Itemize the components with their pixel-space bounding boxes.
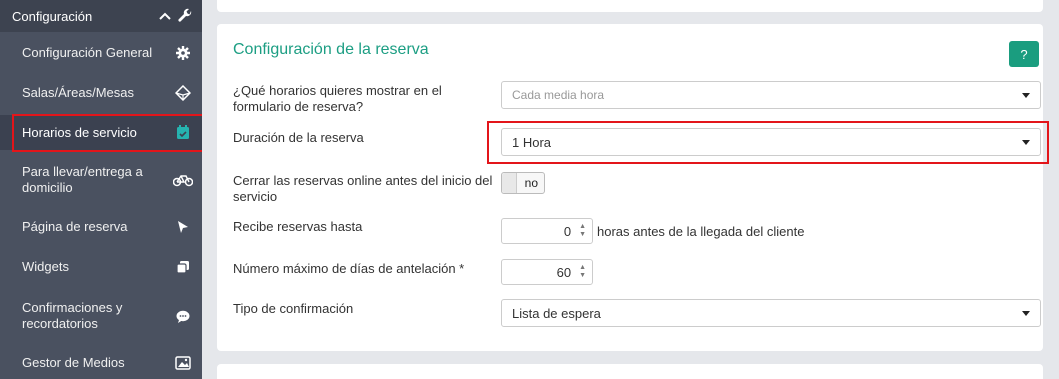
copy-icon xyxy=(173,260,193,274)
label-tipo: Tipo de confirmación xyxy=(233,301,354,316)
image-icon xyxy=(173,356,193,370)
sidebar-header[interactable]: Configuración xyxy=(0,0,205,32)
chevron-up-icon[interactable] xyxy=(159,11,171,21)
horarios-select[interactable]: Cada media hora xyxy=(501,81,1041,109)
gear-icon xyxy=(173,46,193,60)
label-horarios: ¿Qué horarios quieres mostrar en el form… xyxy=(233,83,442,114)
label-maxdias: Número máximo de días de antelación * xyxy=(233,261,465,276)
sidebar-item-pagina-reserva[interactable]: Página de reserva xyxy=(0,210,205,244)
cerrar-toggle-value: no xyxy=(524,176,538,190)
help-button[interactable]: ? xyxy=(1009,41,1039,67)
next-panel xyxy=(217,364,1043,379)
horarios-select-placeholder: Cada media hora xyxy=(512,88,605,102)
sidebar-item-confirmaciones[interactable]: Confirmaciones y recordatorios xyxy=(0,296,205,336)
sidebar-item-para-llevar[interactable]: Para llevar/entrega a domicilio xyxy=(0,160,205,200)
bicycle-icon xyxy=(173,173,193,187)
sidebar-scrollbar-track[interactable] xyxy=(202,0,214,379)
caret-down-icon xyxy=(1022,92,1030,98)
sidebar-item-label: Widgets xyxy=(22,259,69,274)
maxdias-stepper-value: 60 xyxy=(556,264,572,280)
label-cerrar: Cerrar las reservas online antes del ini… xyxy=(233,173,493,204)
highlight-box-duracion xyxy=(487,121,1049,164)
sidebar-item-label: Configuración General xyxy=(22,45,153,60)
reservation-settings-panel: Configuración de la reserva ? ¿Qué horar… xyxy=(217,24,1049,351)
cube-icon xyxy=(173,85,193,101)
caret-down-icon xyxy=(1022,310,1030,316)
sidebar-item-widgets[interactable]: Widgets xyxy=(0,250,205,284)
sidebar-item-gestor-medios[interactable]: Gestor de Medios xyxy=(0,346,205,379)
tipo-select-value: Lista de espera xyxy=(512,305,601,321)
previous-panel xyxy=(217,0,1043,12)
sidebar-item-salas[interactable]: Salas/Áreas/Mesas xyxy=(0,76,205,110)
label-duracion: Duración de la reserva xyxy=(233,130,364,145)
sidebar-item-label: Gestor de Medios xyxy=(22,355,125,370)
sidebar-item-label: Salas/Áreas/Mesas xyxy=(22,85,134,100)
maxdias-stepper[interactable]: 60 ▲ ▼ xyxy=(501,259,593,285)
wrench-icon[interactable] xyxy=(177,8,193,24)
label-hasta: Recibe reservas hasta xyxy=(233,219,363,234)
panel-title: Configuración de la reserva xyxy=(233,41,429,58)
sidebar-item-configuracion-general[interactable]: Configuración General xyxy=(0,36,205,70)
highlight-box-horarios xyxy=(12,114,205,152)
hasta-stepper-value: 0 xyxy=(563,223,572,239)
tipo-select[interactable]: Lista de espera xyxy=(501,299,1041,327)
cursor-icon xyxy=(173,220,193,234)
sidebar-item-label: Confirmaciones y recordatorios xyxy=(22,300,123,331)
chat-icon xyxy=(173,310,193,323)
stepper-arrows-icon[interactable]: ▲ ▼ xyxy=(579,264,586,280)
hasta-stepper[interactable]: 0 ▲ ▼ xyxy=(501,218,593,244)
sidebar: Configuración Configuración General Sala… xyxy=(0,0,205,379)
sidebar-item-label: Para llevar/entrega a domicilio xyxy=(22,164,143,195)
sidebar-item-label: Página de reserva xyxy=(22,219,128,234)
stepper-arrows-icon[interactable]: ▲ ▼ xyxy=(579,223,586,239)
cerrar-toggle[interactable]: no xyxy=(501,172,545,194)
sidebar-header-title: Configuración xyxy=(12,8,93,24)
hasta-suffix: horas antes de la llegada del cliente xyxy=(597,224,805,239)
